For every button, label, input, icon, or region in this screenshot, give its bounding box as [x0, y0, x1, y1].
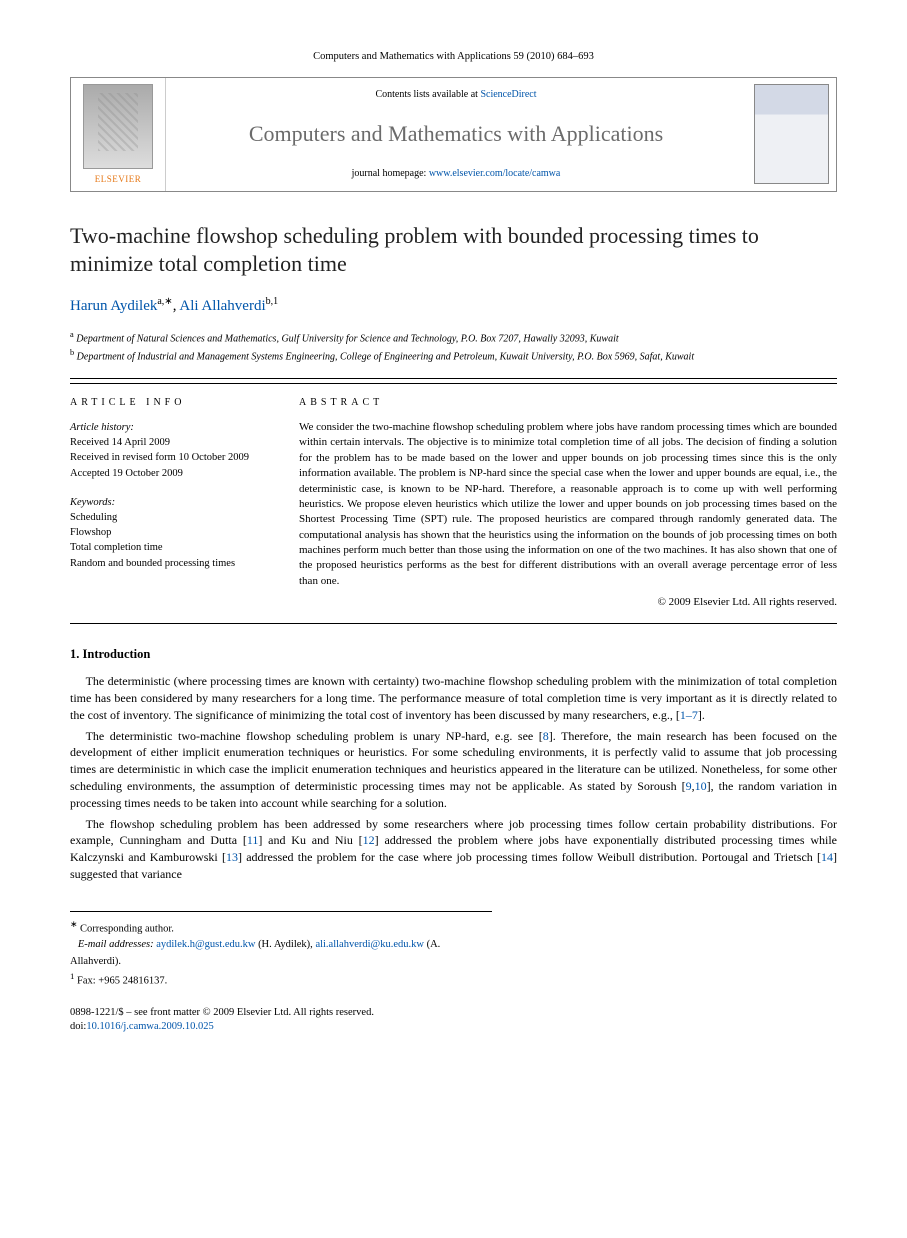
p1-text-a: The deterministic (where processing time… [70, 674, 837, 722]
doi-link[interactable]: 10.1016/j.camwa.2009.10.025 [86, 1021, 213, 1032]
journal-name: Computers and Mathematics with Applicati… [174, 119, 738, 150]
author-2-sup: b,1 [266, 296, 279, 307]
p3-text-b: ] and Ku and Niu [ [258, 833, 362, 847]
email-label: E-mail addresses: [78, 939, 154, 950]
ref-11[interactable]: 11 [247, 833, 259, 847]
article-title: Two-machine flowshop scheduling problem … [70, 222, 837, 277]
keyword-1: Scheduling [70, 510, 271, 525]
footer-block: 0898-1221/$ – see front matter © 2009 El… [70, 1006, 837, 1035]
sciencedirect-link[interactable]: ScienceDirect [480, 89, 536, 100]
affil-a-text: Department of Natural Sciences and Mathe… [76, 334, 618, 345]
received-date: Received 14 April 2009 [70, 435, 271, 450]
section-1-heading: 1. Introduction [70, 646, 837, 664]
p2-text-a: The deterministic two-machine flowshop s… [86, 729, 543, 743]
article-info-heading: ARTICLE INFO [70, 396, 271, 410]
doi-label: doi: [70, 1021, 86, 1032]
author-2-link[interactable]: Ali Allahverdi [179, 298, 265, 314]
fax-text: Fax: +965 24816137. [77, 975, 167, 986]
keyword-4: Random and bounded processing times [70, 556, 271, 571]
ref-1-7[interactable]: 1–7 [680, 708, 698, 722]
info-abstract-row: ARTICLE INFO Article history: Received 1… [70, 378, 837, 624]
affil-b-text: Department of Industrial and Management … [77, 351, 694, 362]
journal-homepage: journal homepage: www.elsevier.com/locat… [174, 167, 738, 181]
p1-text-b: ]. [698, 708, 705, 722]
article-history: Article history: Received 14 April 2009 … [70, 420, 271, 481]
ref-14[interactable]: 14 [821, 850, 833, 864]
doi-line: doi:10.1016/j.camwa.2009.10.025 [70, 1020, 837, 1035]
banner-center: Contents lists available at ScienceDirec… [166, 78, 746, 192]
ref-12[interactable]: 12 [363, 833, 375, 847]
footnotes: ∗ Corresponding author. E-mail addresses… [70, 911, 492, 990]
journal-cover-icon [754, 84, 829, 184]
email-1-who: (H. Aydilek), [255, 939, 315, 950]
affil-b: b Department of Industrial and Managemen… [70, 347, 837, 364]
contents-available: Contents lists available at ScienceDirec… [174, 88, 738, 102]
intro-para-3: The flowshop scheduling problem has been… [70, 816, 837, 883]
abstract-heading: ABSTRACT [299, 396, 837, 410]
corresponding-author-note: ∗ Corresponding author. [70, 918, 492, 938]
running-header: Computers and Mathematics with Applicati… [70, 50, 837, 65]
email-1-link[interactable]: aydilek.h@gust.edu.kw [156, 939, 255, 950]
abstract-copyright: © 2009 Elsevier Ltd. All rights reserved… [299, 595, 837, 610]
author-list: Harun Aydileka,∗, Ali Allahverdib,1 [70, 295, 837, 317]
elsevier-label: ELSEVIER [95, 173, 142, 186]
cover-thumb-block [746, 78, 836, 192]
keyword-3: Total completion time [70, 540, 271, 555]
intro-para-2: The deterministic two-machine flowshop s… [70, 728, 837, 812]
abstract-text: We consider the two-machine flowshop sch… [299, 420, 837, 589]
revised-date: Received in revised form 10 October 2009 [70, 450, 271, 465]
front-matter-line: 0898-1221/$ – see front matter © 2009 El… [70, 1006, 837, 1021]
keywords-label: Keywords: [70, 495, 271, 510]
abstract-column: ABSTRACT We consider the two-machine flo… [285, 383, 837, 623]
publisher-logo-block: ELSEVIER [71, 78, 166, 192]
homepage-link[interactable]: www.elsevier.com/locate/camwa [429, 168, 561, 179]
intro-para-1: The deterministic (where processing time… [70, 673, 837, 723]
ref-10[interactable]: 10 [695, 779, 707, 793]
ref-13[interactable]: 13 [226, 850, 238, 864]
contents-prefix: Contents lists available at [375, 89, 480, 100]
article-info-column: ARTICLE INFO Article history: Received 1… [70, 383, 285, 623]
affiliations: a Department of Natural Sciences and Mat… [70, 329, 837, 364]
accepted-date: Accepted 19 October 2009 [70, 466, 271, 481]
keyword-2: Flowshop [70, 525, 271, 540]
p3-text-d: ] addressed the problem for the case whe… [238, 850, 821, 864]
journal-banner: ELSEVIER Contents lists available at Sci… [70, 77, 837, 193]
elsevier-tree-icon [83, 84, 153, 169]
affil-a: a Department of Natural Sciences and Mat… [70, 329, 837, 346]
email-2-link[interactable]: ali.allahverdi@ku.edu.kw [315, 939, 424, 950]
fax-note: 1 Fax: +965 24816137. [70, 970, 492, 990]
keywords-block: Keywords: Scheduling Flowshop Total comp… [70, 495, 271, 571]
email-line: E-mail addresses: aydilek.h@gust.edu.kw … [70, 937, 492, 970]
homepage-prefix: journal homepage: [352, 168, 429, 179]
history-label: Article history: [70, 420, 271, 435]
author-1-sup: a,∗ [157, 296, 172, 307]
author-1-link[interactable]: Harun Aydilek [70, 298, 157, 314]
corr-label: Corresponding author. [80, 923, 174, 934]
